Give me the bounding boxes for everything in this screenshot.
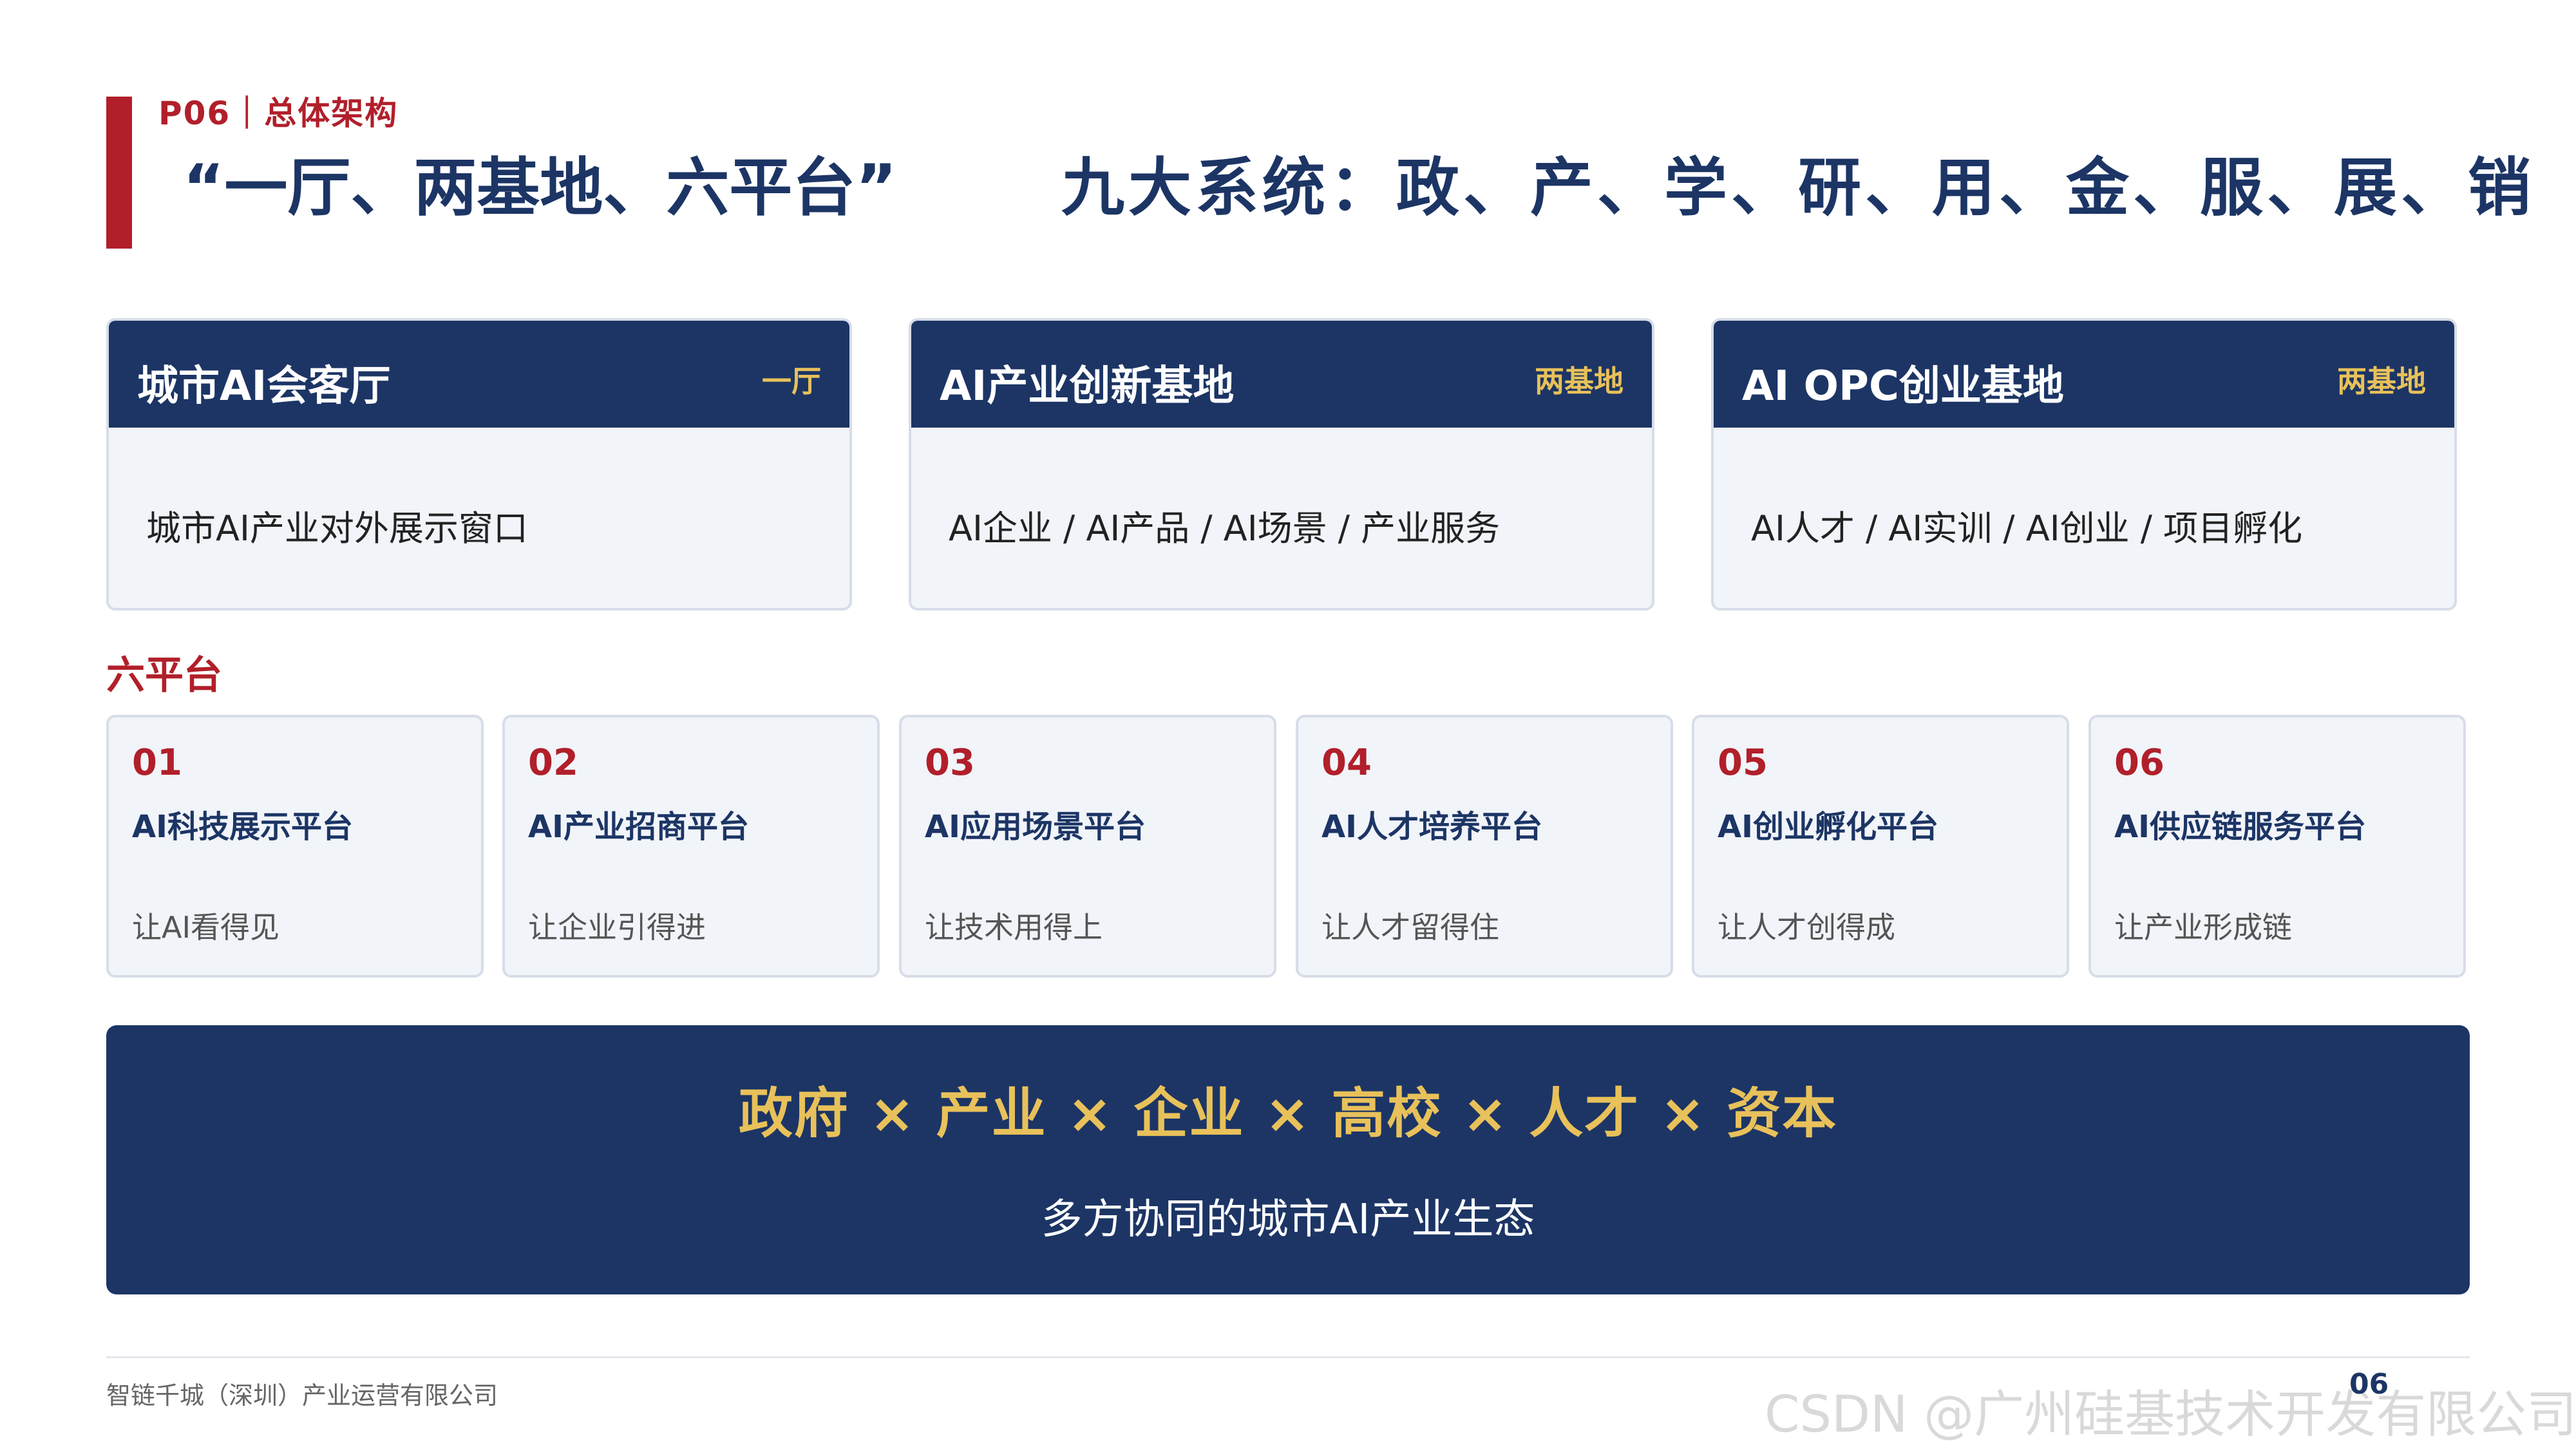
platform-card: 03 AI应用场景平台 让技术用得上 <box>899 715 1276 978</box>
base-card-hall: 城市AI会客厅 一厅 城市AI产业对外展示窗口 <box>106 318 852 611</box>
base-card-tag: 两基地 <box>2337 364 2426 399</box>
platform-name: AI创业孵化平台 <box>1718 809 1939 845</box>
platform-name: AI科技展示平台 <box>132 809 354 845</box>
platform-number: 02 <box>528 742 578 784</box>
platform-desc: 让人才留得住 <box>1321 910 1499 945</box>
platform-card: 06 AI供应链服务平台 让产业形成链 <box>2088 715 2466 978</box>
platform-name: AI人才培养平台 <box>1321 809 1543 845</box>
page-title-left: “一厅、两基地、六平台” <box>183 151 897 225</box>
platform-number: 06 <box>2114 742 2164 784</box>
page-title-right: 九大系统：政、产、学、研、用、金、服、展、销 <box>1061 151 2535 225</box>
banner-subtitle: 多方协同的城市AI产业生态 <box>1041 1196 1535 1244</box>
base-card-title: 城市AI会客厅 <box>137 363 391 410</box>
base-card-header: AI OPC创业基地 两基地 <box>1714 321 2454 428</box>
platform-name: AI供应链服务平台 <box>2114 809 2367 845</box>
base-card-header: 城市AI会客厅 一厅 <box>109 321 849 428</box>
base-card-desc: AI企业 / AI产品 / AI场景 / 产业服务 <box>949 508 1501 549</box>
platform-card: 02 AI产业招商平台 让企业引得进 <box>502 715 880 978</box>
ecosystem-banner: 政府 × 产业 × 企业 × 高校 × 人才 × 资本 多方协同的城市AI产业生… <box>106 1025 2470 1294</box>
platform-name: AI应用场景平台 <box>925 809 1146 845</box>
platform-card: 01 AI科技展示平台 让AI看得见 <box>106 715 484 978</box>
base-card-opc: AI OPC创业基地 两基地 AI人才 / AI实训 / AI创业 / 项目孵化 <box>1711 318 2457 611</box>
base-card-innovation: AI产业创新基地 两基地 AI企业 / AI产品 / AI场景 / 产业服务 <box>909 318 1654 611</box>
footer-company: 智链千城（深圳）产业运营有限公司 <box>106 1381 498 1410</box>
page-number: 06 <box>2349 1368 2389 1401</box>
platforms-section-label: 六平台 <box>106 653 222 698</box>
platform-desc: 让企业引得进 <box>528 910 706 945</box>
base-card-tag: 两基地 <box>1535 364 1624 399</box>
base-card-desc: AI人才 / AI实训 / AI创业 / 项目孵化 <box>1751 508 2303 549</box>
title-accent-bar <box>106 97 132 249</box>
platform-desc: 让产业形成链 <box>2114 910 2292 945</box>
platform-number: 04 <box>1321 742 1372 784</box>
platform-number: 05 <box>1718 742 1768 784</box>
base-card-title: AI产业创新基地 <box>940 363 1235 410</box>
base-card-tag: 一厅 <box>762 364 821 399</box>
banner-headline: 政府 × 产业 × 企业 × 高校 × 人才 × 资本 <box>738 1082 1838 1145</box>
base-card-desc: 城市AI产业对外展示窗口 <box>146 508 528 549</box>
platform-desc: 让人才创得成 <box>1718 910 1895 945</box>
platform-desc: 让技术用得上 <box>925 910 1103 945</box>
platform-number: 01 <box>132 742 182 784</box>
platform-number: 03 <box>925 742 975 784</box>
page-eyebrow: P06｜总体架构 <box>158 95 399 132</box>
platform-card: 05 AI创业孵化平台 让人才创得成 <box>1692 715 2069 978</box>
platform-name: AI产业招商平台 <box>528 809 750 845</box>
platform-desc: 让AI看得见 <box>132 910 280 945</box>
base-card-header: AI产业创新基地 两基地 <box>911 321 1652 428</box>
base-card-title: AI OPC创业基地 <box>1742 363 2064 410</box>
csdn-watermark: CSDN @广州硅基技术开发有限公司 <box>1765 1386 2576 1444</box>
footer-divider <box>106 1356 2470 1358</box>
platform-card: 04 AI人才培养平台 让人才留得住 <box>1296 715 1673 978</box>
